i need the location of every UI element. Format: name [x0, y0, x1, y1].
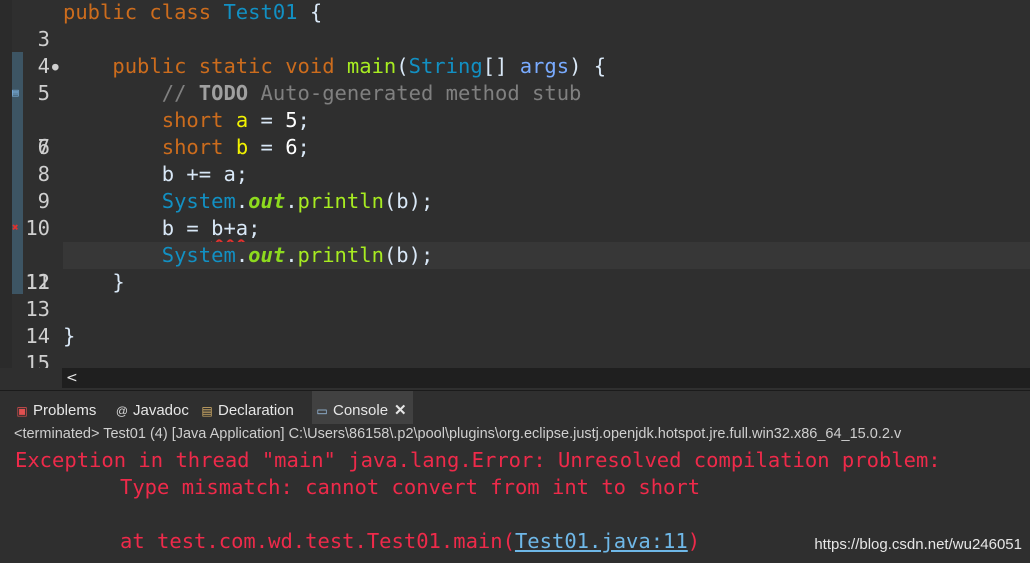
paren: )	[687, 529, 701, 553]
code-line[interactable]: 14	[0, 296, 1030, 348]
static-field: out	[248, 189, 286, 213]
error-line: Type mismatch: cannot convert from int t…	[120, 475, 701, 499]
method-name: println	[297, 243, 384, 267]
tab-javadoc[interactable]: @ Javadoc	[114, 391, 189, 425]
terminated-header: <terminated> Test01 (4) [Java Applicatio…	[14, 426, 902, 442]
keyword: short	[161, 135, 224, 159]
task-marker-icon[interactable]: ▤	[12, 86, 24, 100]
brace: {	[297, 0, 323, 24]
semicolon: ;	[297, 135, 310, 159]
array-brackets: []	[482, 54, 520, 78]
dot: .	[285, 189, 298, 213]
tab-label: Javadoc	[133, 402, 189, 419]
type-name: String	[408, 54, 483, 78]
arguments: (b);	[383, 243, 434, 267]
error-marker-icon[interactable]: ✖	[12, 221, 24, 235]
static-field: out	[248, 243, 286, 267]
variable: a	[235, 108, 249, 132]
console-output[interactable]: <terminated> Test01 (4) [Java Applicatio…	[0, 424, 1030, 563]
number: 6	[285, 135, 298, 159]
source-link[interactable]: Test01.java:11	[515, 529, 688, 553]
class-name: System	[161, 189, 236, 213]
operator: =	[248, 135, 286, 159]
statement: b += a;	[161, 162, 249, 186]
fold-toggle-icon[interactable]: ●	[52, 53, 62, 80]
keyword: class	[149, 0, 212, 24]
watermark: https://blog.csdn.net/wu246051	[814, 536, 1022, 553]
keyword: static	[198, 54, 273, 78]
keyword: short	[161, 108, 224, 132]
tab-problems[interactable]: ▣ Problems	[14, 391, 96, 425]
keyword: void	[285, 54, 335, 78]
horizontal-scrollbar[interactable]: <	[62, 368, 1030, 388]
code-line[interactable]: 5 ● public static void main(String[] arg…	[0, 53, 1030, 105]
dot: .	[285, 243, 298, 267]
code-line[interactable]: 9 b += a;	[0, 161, 1030, 213]
comment: //	[161, 81, 199, 105]
brace: }	[63, 324, 76, 348]
stack-trace-line: at test.com.wd.test.Test01.main(Test01.j…	[120, 528, 700, 555]
number: 5	[285, 108, 298, 132]
code-line[interactable]: 16	[0, 350, 1030, 368]
code-line[interactable]: ▤ 6 // TODO Auto-generated method stub	[0, 80, 1030, 159]
keyword: public	[63, 0, 138, 24]
close-icon[interactable]: ✕	[394, 402, 407, 419]
error-expression[interactable]: b+a	[211, 216, 248, 240]
dot: .	[235, 243, 249, 267]
tab-label: Declaration	[218, 402, 294, 419]
semicolon: ;	[248, 216, 261, 240]
code-editor[interactable]: 3 public class Test01 { 4 5 ● public sta…	[0, 0, 1030, 368]
statement: b =	[161, 216, 212, 240]
code-line[interactable]: 10 System.out.println(b);	[0, 188, 1030, 240]
code-line[interactable]: 8 short b = 6;	[0, 134, 1030, 186]
dot: .	[235, 189, 249, 213]
code-line[interactable]: 15 }	[0, 323, 1030, 368]
scroll-left-icon[interactable]: <	[62, 370, 78, 386]
brace: ) {	[569, 54, 607, 78]
class-name: Test01	[223, 0, 298, 24]
todo-tag: TODO	[198, 81, 249, 105]
comment: Auto-generated method stub	[248, 81, 582, 105]
view-tab-bar: ▣ Problems @ Javadoc ▤ Declaration ▭ Console…	[0, 390, 1030, 425]
parameter: args	[519, 54, 570, 78]
semicolon: ;	[297, 108, 310, 132]
code-line[interactable]: 3 public class Test01 {	[0, 0, 1030, 51]
variable: b	[235, 135, 249, 159]
tab-declaration[interactable]: ▤ Declaration	[199, 391, 294, 425]
tab-label: Problems	[33, 402, 97, 419]
code-line[interactable]: 13 }	[0, 269, 1030, 321]
method-name: main	[346, 54, 397, 78]
keyword: public	[112, 54, 187, 78]
code-line[interactable]: 4	[0, 26, 1030, 78]
arguments: (b);	[383, 189, 434, 213]
operator: =	[248, 108, 286, 132]
brace: }	[112, 270, 125, 294]
code-line[interactable]: 7 short a = 5;	[0, 107, 1030, 159]
tab-console[interactable]: ▭ Console ✕	[312, 391, 413, 425]
code-line-current[interactable]: 12 System.out.println(b);	[0, 242, 1030, 294]
class-name: System	[161, 243, 236, 267]
tab-label: Console	[333, 402, 389, 419]
method-name: println	[297, 189, 384, 213]
code-line[interactable]: ✖ 11 b = b+a;	[0, 215, 1030, 294]
stack-frame: at test.com.wd.test.Test01.main(	[120, 529, 515, 553]
gutter-bottom	[0, 368, 62, 388]
error-line: Exception in thread "main" java.lang.Err…	[15, 448, 953, 472]
